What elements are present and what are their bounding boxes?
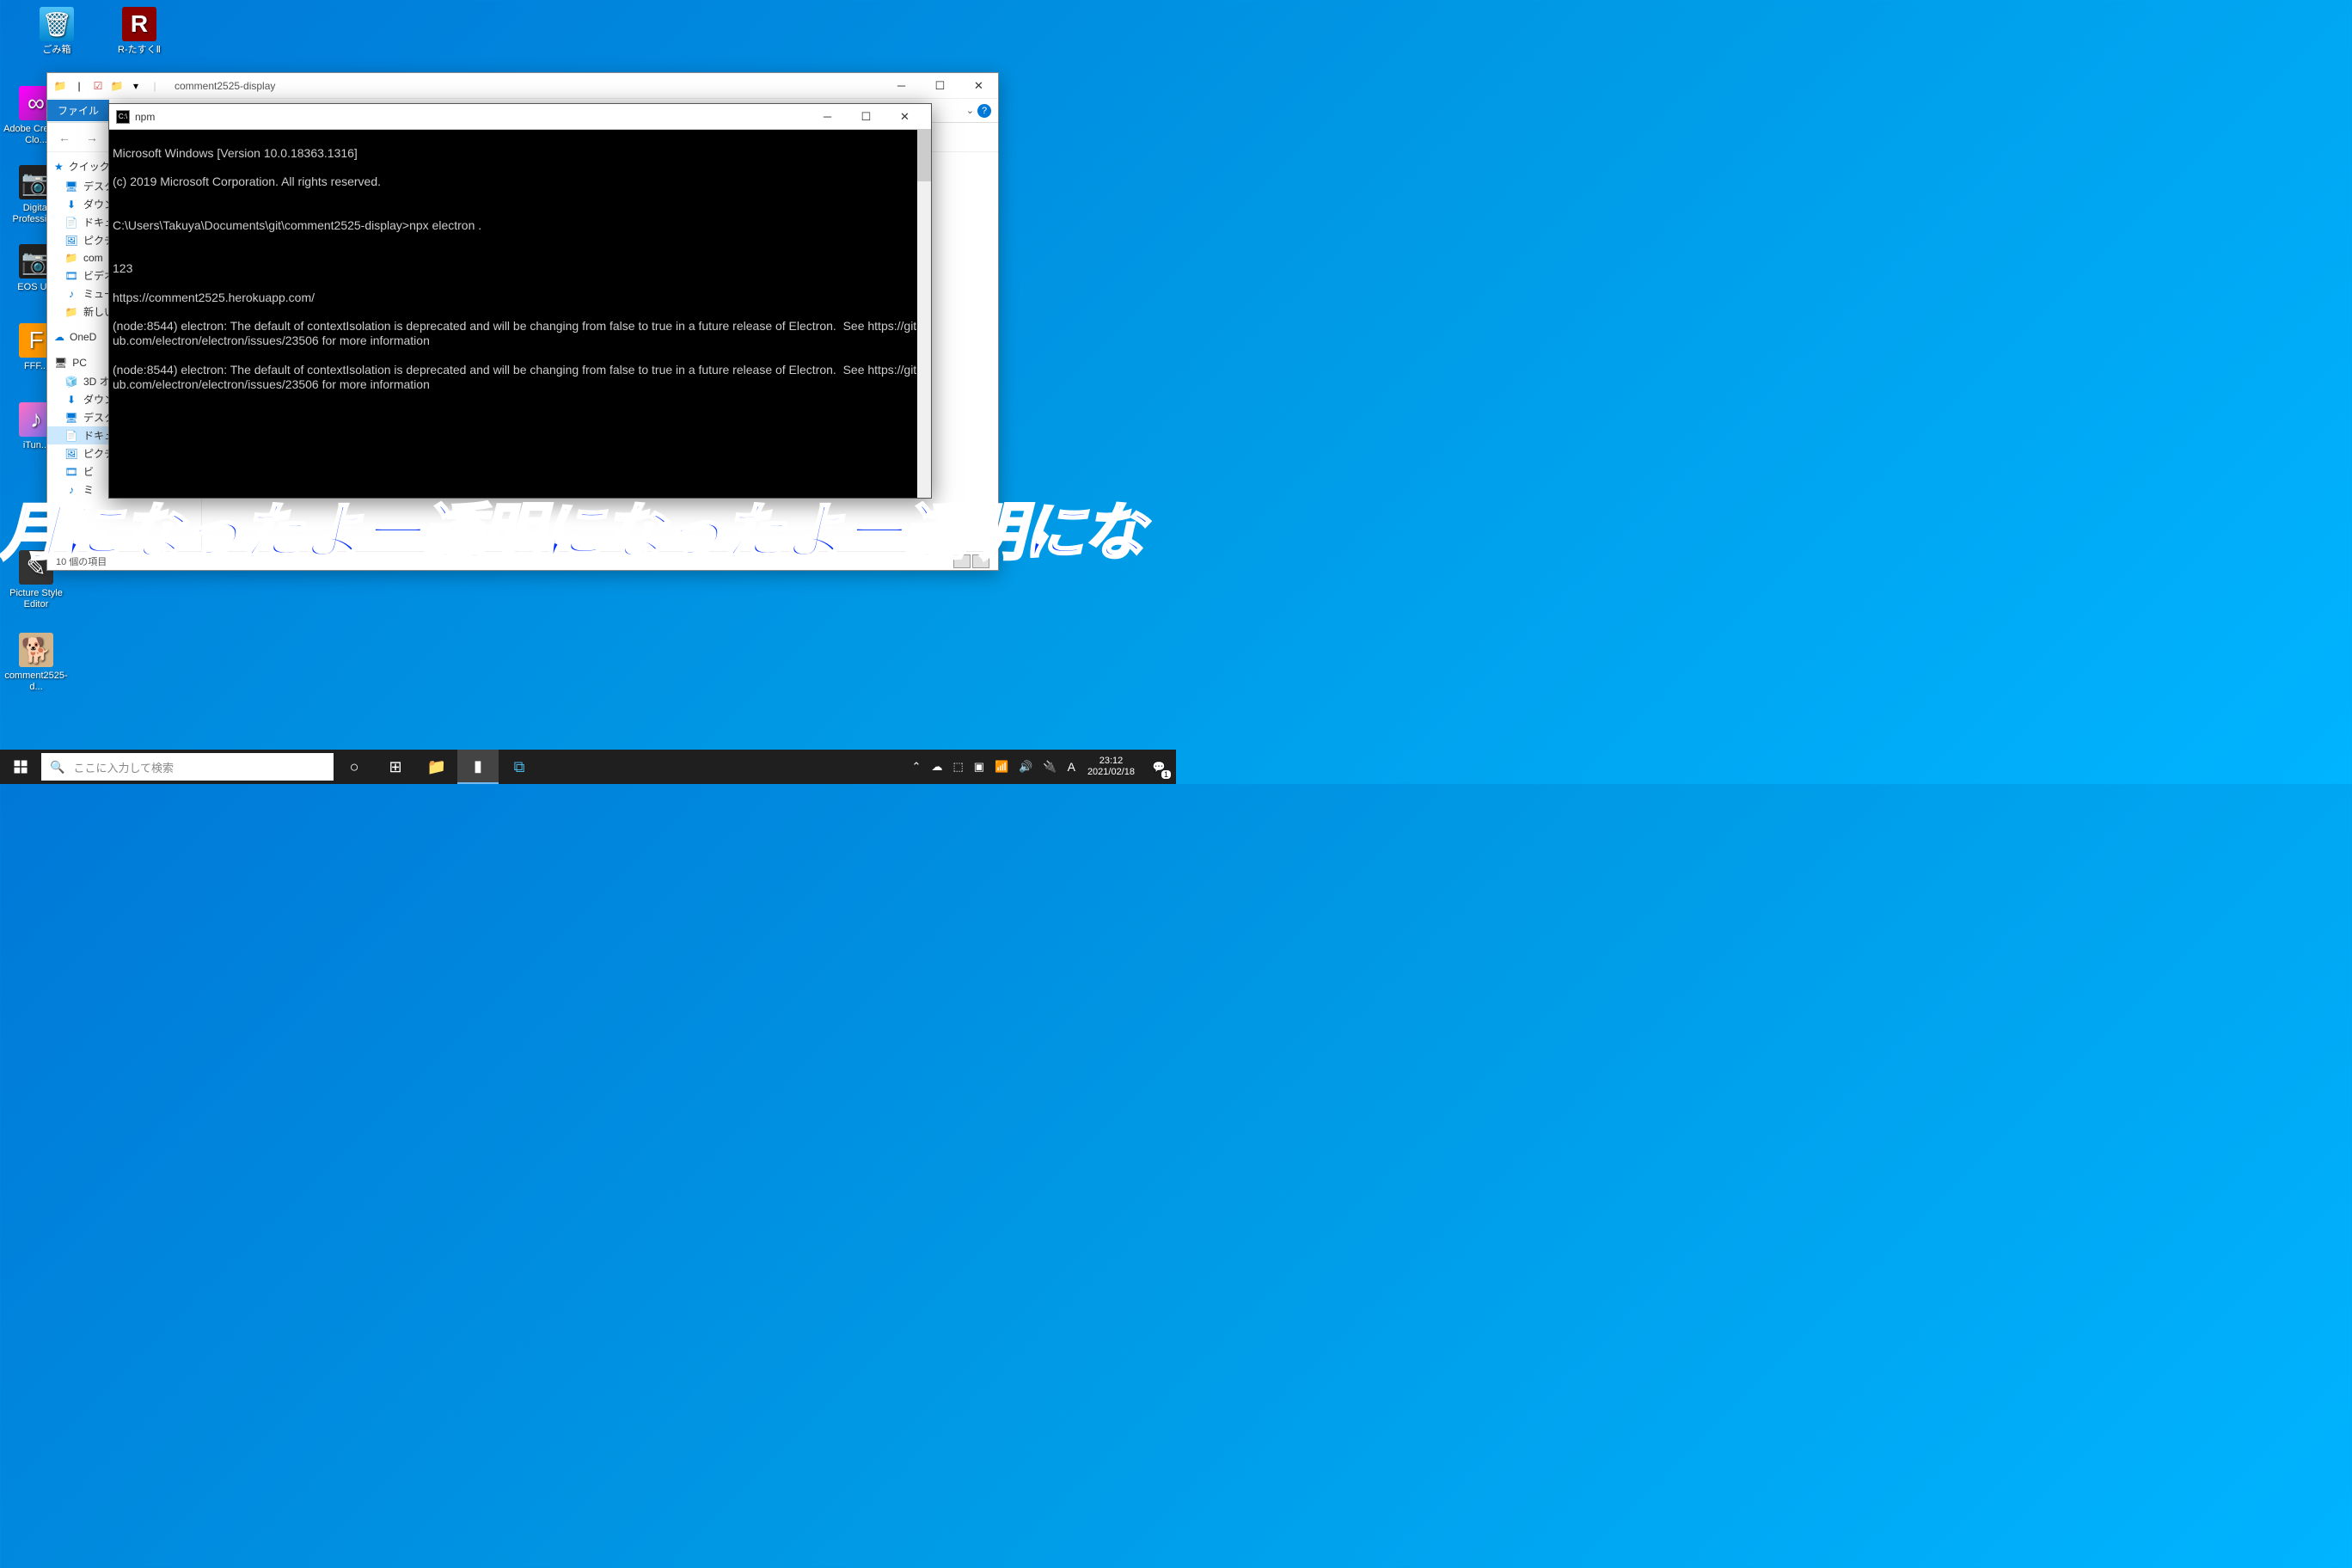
clock-time: 23:12 <box>1087 756 1135 767</box>
pictures-icon: 🖼 <box>64 447 78 461</box>
system-tray: ⌃ ☁ ⬚ ▣ 📶 🔊 🔌 A 23:12 2021/02/18 💬 1 <box>907 750 1176 784</box>
nav-forward-button[interactable]: → <box>82 127 102 148</box>
video-icon: 🎞 <box>64 269 78 283</box>
r-app-icon: R <box>122 7 156 41</box>
desktop-icon: 🖥 <box>64 180 78 193</box>
folder-icon: 📁 <box>52 78 68 94</box>
maximize-button[interactable]: ☐ <box>921 73 959 99</box>
taskbar: 🔍 ここに入力して検索 ○ ⊞ 📁 ▮ ⧉ ⌃ ☁ ⬚ ▣ 📶 🔊 🔌 A 23… <box>0 750 1176 784</box>
tray-wifi-icon[interactable]: 📶 <box>989 750 1014 784</box>
terminal-minimize-button[interactable]: ─ <box>808 105 847 129</box>
document-icon: 📄 <box>64 429 78 443</box>
taskbar-terminal[interactable]: ▮ <box>457 750 499 784</box>
qat-separator2: | <box>147 78 162 94</box>
recycle-bin-icon: 🗑 <box>40 7 74 41</box>
star-icon: ★ <box>54 161 64 173</box>
desktop-icon-comment2525[interactable]: 🐕 comment2525-d... <box>3 633 69 693</box>
task-view-button[interactable]: ⊞ <box>375 750 416 784</box>
download-icon: ⬇ <box>64 393 78 407</box>
notification-badge: 1 <box>1161 770 1171 779</box>
overlay-comment-text: 月になったよー透明になったよー透明にな <box>0 481 1176 572</box>
tray-volume-icon[interactable]: 🔊 <box>1014 750 1038 784</box>
terminal-scrollbar[interactable] <box>917 130 931 498</box>
folder-icon: 📁 <box>64 251 78 265</box>
qat-separator: | <box>71 78 87 94</box>
ribbon-tab-file[interactable]: ファイル <box>47 100 109 121</box>
tray-ime-button[interactable]: A <box>1063 750 1081 784</box>
start-button[interactable] <box>0 750 41 784</box>
3d-icon: 🧊 <box>64 375 78 389</box>
nav-back-button[interactable]: ← <box>54 127 75 148</box>
terminal-window: C:\ npm ─ ☐ ✕ Microsoft Windows [Version… <box>108 103 932 499</box>
tray-onedrive-icon[interactable]: ☁ <box>926 750 947 784</box>
explorer-titlebar[interactable]: 📁 | ☑ 📁 ▾ | comment2525-display ─ ☐ ✕ <box>47 73 998 99</box>
cmd-icon: C:\ <box>116 110 130 124</box>
search-icon: 🔍 <box>50 760 64 775</box>
help-icon[interactable]: ? <box>977 104 991 118</box>
ribbon-collapse-icon[interactable]: ⌄ <box>966 105 974 116</box>
desktop-icon-r-task[interactable]: R R-たすくⅡ <box>107 7 172 56</box>
document-icon: 📄 <box>64 216 78 230</box>
search-placeholder: ここに入力して検索 <box>73 759 174 775</box>
notification-button[interactable]: 💬 1 <box>1142 750 1176 784</box>
tray-overflow-button[interactable]: ⌃ <box>907 750 927 784</box>
taskbar-search-box[interactable]: 🔍 ここに入力して検索 <box>41 753 334 781</box>
terminal-close-button[interactable]: ✕ <box>885 105 924 129</box>
download-icon: ⬇ <box>64 198 78 211</box>
video-icon: 🎞 <box>64 465 78 479</box>
shortcut-icon: 🐕 <box>19 633 53 667</box>
tray-dropbox-icon[interactable]: ⬚ <box>947 750 968 784</box>
onedrive-icon: ☁ <box>54 331 64 343</box>
cortana-button[interactable]: ○ <box>334 750 375 784</box>
desktop-icon-recycle-bin[interactable]: 🗑 ごみ箱 <box>24 7 89 56</box>
pictures-icon: 🖼 <box>64 234 78 248</box>
terminal-maximize-button[interactable]: ☐ <box>847 105 885 129</box>
windows-logo-icon <box>13 759 28 775</box>
desktop-icon: 🖥 <box>64 411 78 425</box>
tray-nvidia-icon[interactable]: ▣ <box>969 750 989 784</box>
qat-checkbox-icon[interactable]: ☑ <box>90 78 106 94</box>
terminal-title: npm <box>135 111 155 123</box>
qat-dropdown-icon[interactable]: ▾ <box>128 78 144 94</box>
tray-clock[interactable]: 23:12 2021/02/18 <box>1081 756 1142 778</box>
pc-icon: 🖥 <box>54 357 67 369</box>
qat-folder-icon[interactable]: 📁 <box>109 78 125 94</box>
clock-date: 2021/02/18 <box>1087 767 1135 778</box>
terminal-titlebar[interactable]: C:\ npm ─ ☐ ✕ <box>109 104 931 130</box>
tray-power-icon[interactable]: 🔌 <box>1038 750 1062 784</box>
terminal-output[interactable]: Microsoft Windows [Version 10.0.18363.13… <box>109 130 931 498</box>
minimize-button[interactable]: ─ <box>882 73 921 99</box>
scrollbar-thumb[interactable] <box>917 130 931 181</box>
folder-icon: 📁 <box>64 305 78 319</box>
window-title: comment2525-display <box>168 80 275 92</box>
taskbar-explorer[interactable]: 📁 <box>416 750 457 784</box>
taskbar-vscode[interactable]: ⧉ <box>499 750 540 784</box>
close-button[interactable]: ✕ <box>959 73 998 99</box>
music-icon: ♪ <box>64 287 78 301</box>
